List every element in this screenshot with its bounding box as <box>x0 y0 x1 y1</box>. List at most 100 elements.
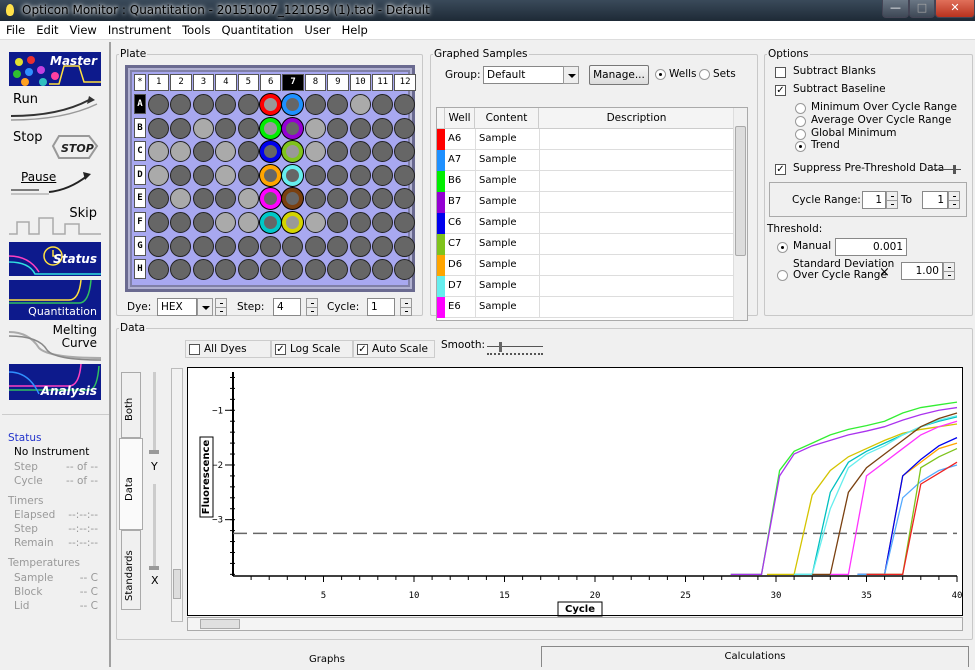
plate-well[interactable] <box>372 94 393 115</box>
plate-well[interactable] <box>394 94 416 115</box>
plate-well[interactable] <box>215 94 237 115</box>
smooth-slider-thumb[interactable] <box>499 342 502 352</box>
description-column-header[interactable]: Description <box>539 108 735 129</box>
log-scale-toggle[interactable]: ✓ Log Scale <box>271 340 353 358</box>
plate-well[interactable] <box>237 235 259 257</box>
plate-well[interactable] <box>148 259 169 281</box>
plate-well[interactable] <box>349 235 371 257</box>
tab-both[interactable]: Both <box>121 372 141 438</box>
cycle-to-input[interactable]: 1 <box>922 191 948 209</box>
plate-well[interactable] <box>192 141 214 163</box>
plate-column-header[interactable]: 12 <box>394 74 416 91</box>
menu-file[interactable]: File <box>0 21 30 37</box>
plate-well[interactable] <box>304 235 326 257</box>
plate-well[interactable] <box>260 188 281 210</box>
plate-well[interactable] <box>192 235 214 257</box>
plate-well[interactable] <box>394 188 416 210</box>
well-column-header[interactable]: Well <box>445 108 475 129</box>
plate-column-header[interactable]: 8 <box>304 74 327 91</box>
y-zoom-slider-thumb[interactable] <box>149 450 159 454</box>
cycle-from-input[interactable]: 1 <box>862 191 886 209</box>
sample-row[interactable]: B6 Sample <box>437 171 737 192</box>
plate-column-header[interactable]: 7 <box>282 74 304 91</box>
plate-column-header[interactable]: 2 <box>170 74 192 91</box>
plate-well[interactable] <box>170 259 192 281</box>
plate-well[interactable] <box>260 212 281 233</box>
plate-column-header[interactable]: 5 <box>237 74 259 91</box>
stop-button[interactable]: STOP Stop <box>9 128 101 162</box>
plate-well[interactable] <box>304 164 326 186</box>
chart-vscroll[interactable] <box>171 368 183 622</box>
quantitation-button[interactable]: Quantitation <box>9 280 101 320</box>
cycle-input[interactable]: 1 <box>367 298 395 316</box>
plate-row-header[interactable]: F <box>134 212 146 232</box>
menu-help[interactable]: Help <box>336 21 373 37</box>
log-scale-checkbox[interactable]: ✓ <box>275 344 286 355</box>
plate-well[interactable] <box>282 141 304 163</box>
plate-well[interactable] <box>349 259 371 281</box>
plate-row-header[interactable]: E <box>134 188 146 209</box>
plate-well[interactable] <box>237 164 259 186</box>
plate-row-header[interactable]: C <box>134 141 146 162</box>
plate-well[interactable] <box>327 94 349 115</box>
menu-quantitation[interactable]: Quantitation <box>215 21 298 37</box>
plate-column-header[interactable]: 3 <box>192 74 215 91</box>
global-minimum-radio[interactable] <box>795 129 806 140</box>
plate-well[interactable] <box>304 94 326 115</box>
tab-calculations[interactable]: Calculations <box>541 646 969 667</box>
plate-well[interactable] <box>170 94 192 115</box>
master-button[interactable]: Master <box>9 52 101 86</box>
cycle-to-spinner[interactable] <box>948 191 960 209</box>
sample-row[interactable]: E6 Sample <box>437 297 737 318</box>
plate-well[interactable] <box>282 212 304 233</box>
plate-well[interactable] <box>327 235 349 257</box>
tab-standards[interactable]: Standards <box>121 530 141 610</box>
plate-well[interactable] <box>170 235 192 257</box>
plate-well[interactable] <box>260 164 281 186</box>
plate-row-header[interactable]: G <box>134 235 146 256</box>
plate-well[interactable] <box>304 188 326 210</box>
melting-curve-button[interactable]: Melting Curve <box>9 324 101 362</box>
plate-well[interactable] <box>282 94 304 115</box>
plate-well[interactable] <box>282 235 304 257</box>
plate-well[interactable] <box>260 117 281 139</box>
plate-well[interactable] <box>148 141 169 163</box>
plate-well[interactable] <box>192 117 214 139</box>
sample-row[interactable]: A7 Sample <box>437 150 737 171</box>
menu-view[interactable]: View <box>64 21 102 37</box>
plate-well[interactable] <box>304 212 326 233</box>
plate-well[interactable] <box>237 141 259 163</box>
status-button[interactable]: Status <box>9 242 101 276</box>
plate-well[interactable] <box>170 164 192 186</box>
manage-button[interactable]: Manage... <box>589 65 649 85</box>
stddev-spinner[interactable] <box>943 262 955 280</box>
plate-well[interactable] <box>372 117 393 139</box>
menu-instrument[interactable]: Instrument <box>102 21 176 37</box>
stddev-threshold-radio[interactable] <box>777 270 788 281</box>
plate-well[interactable] <box>304 141 326 163</box>
run-button[interactable]: Run <box>9 90 101 124</box>
suppress-slider[interactable] <box>933 165 961 174</box>
menu-tools[interactable]: Tools <box>176 21 215 37</box>
plate-well[interactable] <box>327 117 349 139</box>
plate-well[interactable] <box>372 141 393 163</box>
plate-well[interactable] <box>148 235 169 257</box>
plate-well[interactable] <box>349 188 371 210</box>
plate-well[interactable] <box>170 188 192 210</box>
chart-hscroll[interactable] <box>187 617 963 631</box>
plate-well[interactable] <box>349 141 371 163</box>
plate-well[interactable] <box>237 259 259 281</box>
plate-well[interactable] <box>148 212 169 233</box>
plate-row-header[interactable]: H <box>134 259 146 280</box>
plate-well[interactable] <box>215 188 237 210</box>
auto-scale-checkbox[interactable]: ✓ <box>357 344 368 355</box>
plate-well[interactable] <box>148 117 169 139</box>
sample-row[interactable]: A6 Sample <box>437 129 737 150</box>
min-over-range-radio[interactable] <box>795 103 806 114</box>
close-button[interactable]: ✕ <box>935 0 975 18</box>
skip-button[interactable]: Skip <box>9 204 101 238</box>
menu-edit[interactable]: Edit <box>30 21 63 37</box>
subtract-baseline-checkbox[interactable]: ✓ <box>775 85 786 96</box>
plate-well[interactable] <box>282 164 304 186</box>
plate-well[interactable] <box>260 94 281 115</box>
